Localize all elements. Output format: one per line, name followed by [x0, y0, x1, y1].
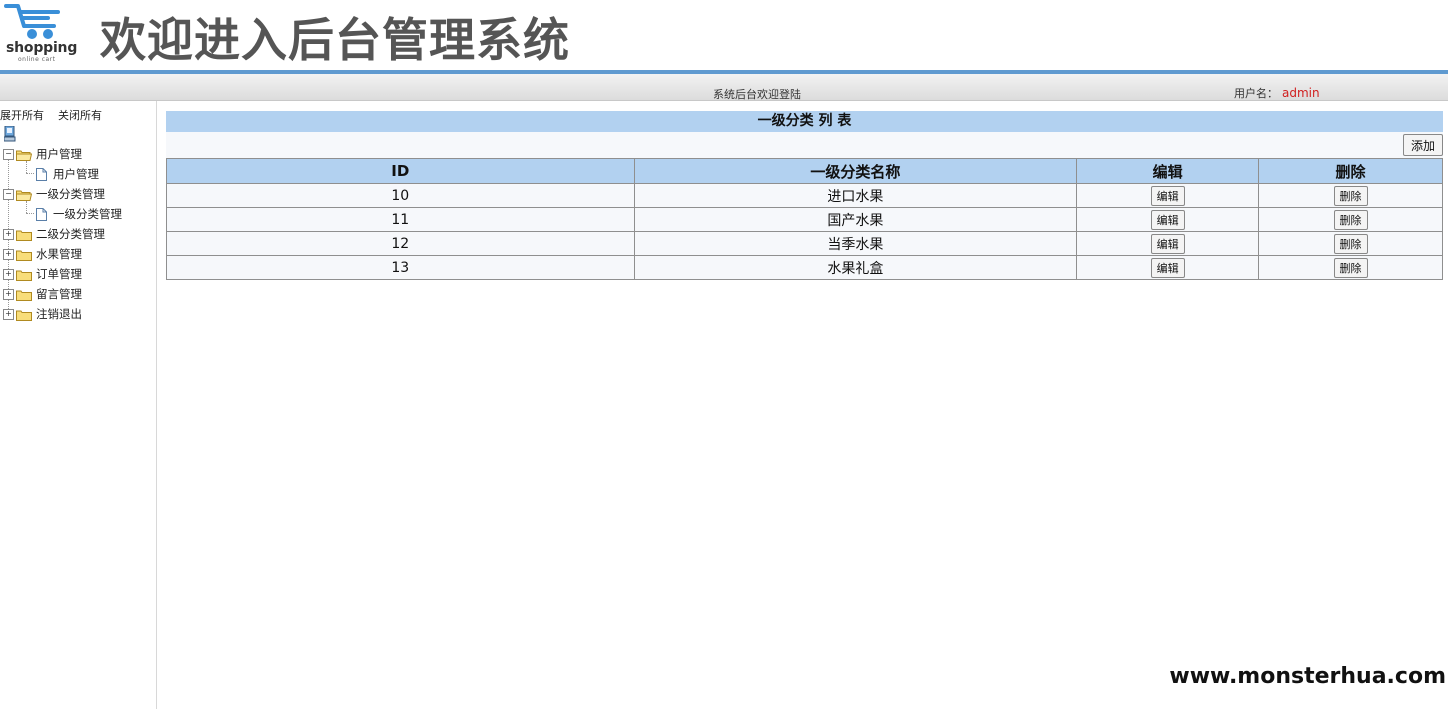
- expand-toggle-icon[interactable]: +: [3, 289, 14, 300]
- page-icon: [36, 208, 47, 221]
- folder-open-icon: [16, 150, 32, 161]
- folder-open-icon: [16, 190, 32, 201]
- column-header-edit: 编辑: [1076, 158, 1260, 184]
- user-info: 用户名： admin: [1234, 85, 1320, 101]
- delete-button[interactable]: 删除: [1333, 209, 1368, 230]
- user-label: 用户名：: [1234, 87, 1278, 100]
- edit-button[interactable]: 编辑: [1150, 257, 1185, 278]
- table-row: 10 进口水果 编辑 删除: [166, 183, 1443, 208]
- logo-text: shopping: [6, 40, 78, 56]
- logo-subtext: online cart: [18, 56, 56, 63]
- list-title: 一级分类 列 表: [166, 111, 1443, 132]
- page-title: 欢迎进入后台管理系统: [100, 13, 570, 67]
- cart-icon: [4, 4, 60, 39]
- cell-name: 水果礼盒: [633, 255, 1078, 280]
- expand-toggle-icon[interactable]: +: [3, 309, 14, 320]
- sidebar-item-logout[interactable]: + 注销退出: [3, 305, 82, 323]
- sidebar-item-order-management[interactable]: + 订单管理: [3, 265, 82, 283]
- top-header: shopping online cart 欢迎进入后台管理系统: [0, 0, 1448, 70]
- table-row: 13 水果礼盒 编辑 删除: [166, 255, 1443, 280]
- cell-name: 国产水果: [633, 207, 1078, 232]
- welcome-text: 系统后台欢迎登陆: [713, 88, 801, 101]
- expand-all-link[interactable]: 展开所有: [0, 109, 44, 122]
- cell-edit: 编辑: [1076, 255, 1260, 280]
- main-content: 一级分类 列 表 添加 ID 一级分类名称 编辑 删除 10 进口水果 编辑 删…: [166, 111, 1443, 280]
- sidebar-item-label: 用户管理: [53, 167, 99, 181]
- list-toolbar: 添加: [166, 132, 1443, 158]
- delete-button[interactable]: 删除: [1333, 257, 1368, 278]
- sidebar-item-user-management[interactable]: − 用户管理: [3, 145, 82, 163]
- sidebar-item-label: 订单管理: [36, 267, 82, 281]
- sidebar-item-user-management-list[interactable]: 用户管理: [36, 165, 99, 183]
- cell-id: 12: [166, 231, 635, 256]
- sidebar-item-label: 二级分类管理: [36, 227, 105, 241]
- sidebar-item-fruit-management[interactable]: + 水果管理: [3, 245, 82, 263]
- cell-id: 11: [166, 207, 635, 232]
- sidebar-item-label: 一级分类管理: [53, 207, 122, 221]
- sidebar-item-label: 留言管理: [36, 287, 82, 301]
- cell-id: 10: [166, 183, 635, 208]
- delete-button[interactable]: 删除: [1333, 233, 1368, 254]
- collapse-toggle-icon[interactable]: −: [3, 189, 14, 200]
- sidebar-item-label: 用户管理: [36, 147, 82, 161]
- collapse-all-link[interactable]: 关闭所有: [58, 109, 102, 122]
- cell-name: 当季水果: [633, 231, 1078, 256]
- cell-delete: 删除: [1258, 255, 1443, 280]
- folder-icon: [16, 270, 32, 281]
- sidebar-item-label: 水果管理: [36, 247, 82, 261]
- table-row: 12 当季水果 编辑 删除: [166, 231, 1443, 256]
- sidebar-item-category1-management[interactable]: − 一级分类管理: [3, 185, 105, 203]
- cell-edit: 编辑: [1076, 207, 1260, 232]
- sidebar-tree: 展开所有 关闭所有 − 用户管理 用户管理 − 一级分类管理 一级分类管理 + 二级分类…: [0, 101, 157, 709]
- folder-icon: [16, 250, 32, 261]
- tree-guide-line: [26, 213, 34, 214]
- sidebar-item-label: 注销退出: [36, 307, 82, 321]
- edit-button[interactable]: 编辑: [1150, 233, 1185, 254]
- delete-button[interactable]: 删除: [1333, 185, 1368, 206]
- column-header-delete: 删除: [1258, 158, 1443, 184]
- table-row: 11 国产水果 编辑 删除: [166, 207, 1443, 232]
- expand-toggle-icon[interactable]: +: [3, 249, 14, 260]
- sidebar-item-category2-management[interactable]: + 二级分类管理: [3, 225, 105, 243]
- cell-name: 进口水果: [633, 183, 1078, 208]
- username: admin: [1282, 86, 1320, 100]
- table-header-row: ID 一级分类名称 编辑 删除: [166, 158, 1443, 184]
- cell-edit: 编辑: [1076, 183, 1260, 208]
- sidebar-item-label: 一级分类管理: [36, 187, 105, 201]
- column-header-id: ID: [166, 158, 635, 184]
- cell-delete: 删除: [1258, 231, 1443, 256]
- folder-icon: [16, 230, 32, 241]
- expand-toggle-icon[interactable]: +: [3, 229, 14, 240]
- folder-icon: [16, 310, 32, 321]
- watermark: www.monsterhua.com: [1169, 664, 1446, 689]
- sidebar-item-message-management[interactable]: + 留言管理: [3, 285, 82, 303]
- category-table: ID 一级分类名称 编辑 删除 10 进口水果 编辑 删除 11 国产水果 编辑…: [166, 158, 1443, 280]
- status-bar: 系统后台欢迎登陆 用户名： admin: [0, 74, 1448, 101]
- add-button[interactable]: 添加: [1402, 134, 1443, 156]
- page-icon: [36, 168, 47, 181]
- computer-icon: [3, 125, 16, 145]
- edit-button[interactable]: 编辑: [1150, 185, 1185, 206]
- sidebar-item-category1-list[interactable]: 一级分类管理: [36, 205, 122, 223]
- tree-controls: 展开所有 关闭所有: [0, 107, 116, 123]
- column-header-name: 一级分类名称: [633, 158, 1078, 184]
- cell-delete: 删除: [1258, 207, 1443, 232]
- cell-edit: 编辑: [1076, 231, 1260, 256]
- folder-icon: [16, 290, 32, 301]
- edit-button[interactable]: 编辑: [1150, 209, 1185, 230]
- cell-delete: 删除: [1258, 183, 1443, 208]
- cell-id: 13: [166, 255, 635, 280]
- collapse-toggle-icon[interactable]: −: [3, 149, 14, 160]
- expand-toggle-icon[interactable]: +: [3, 269, 14, 280]
- tree-guide-line: [26, 173, 34, 174]
